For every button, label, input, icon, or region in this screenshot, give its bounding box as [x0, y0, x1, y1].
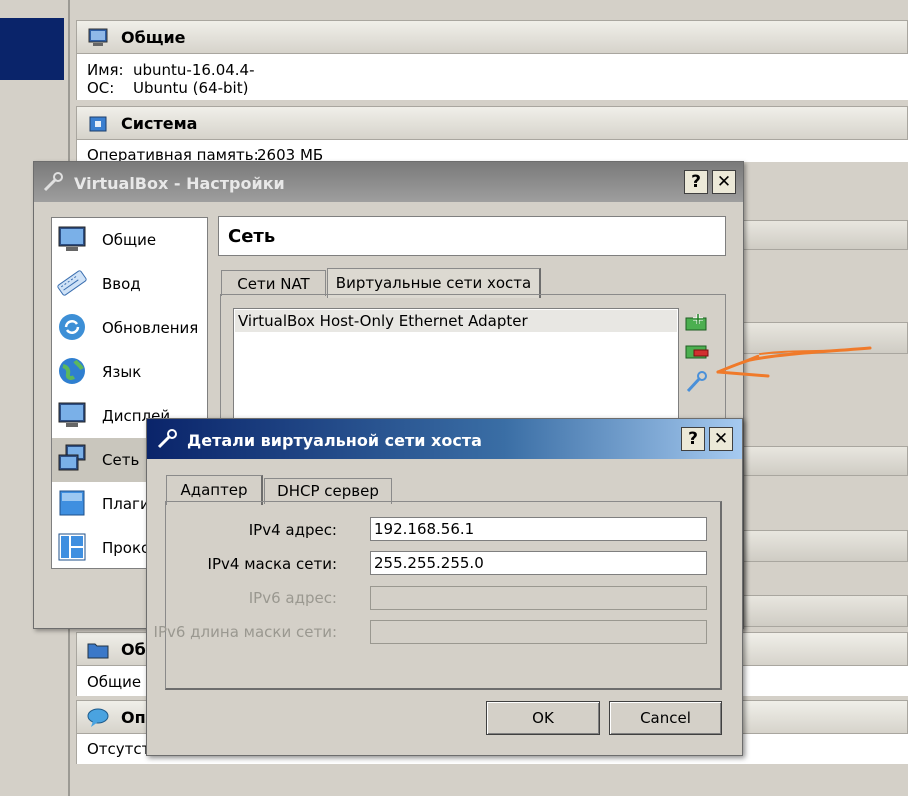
sidebar-item-label: Ввод — [102, 275, 141, 293]
sidebar-item-label: Язык — [102, 363, 142, 381]
os-value: Ubuntu (64-bit) — [133, 79, 249, 97]
section-system-header[interactable]: Система — [76, 106, 908, 140]
section-general-body: Имя: ubuntu-16.04.4- ОС: Ubuntu (64-bit) — [76, 54, 908, 100]
adapter-pane: IPv4 адрес: 192.168.56.1 IPv4 маска сети… — [154, 501, 722, 690]
settings-help-button[interactable]: ? — [684, 170, 708, 194]
speech-bubble-icon — [87, 708, 109, 727]
name-value: ubuntu-16.04.4- — [133, 61, 255, 79]
settings-title: VirtualBox - Настройки — [74, 174, 285, 193]
sidebar-item-label: Обновления — [102, 319, 199, 337]
tab-nat-networks[interactable]: Сети NAT — [221, 270, 326, 296]
section-system-body: Оперативная память: 2603 МБ — [76, 140, 908, 164]
proxy-icon — [58, 533, 86, 561]
section-general-header[interactable]: Общие — [76, 20, 908, 54]
network-name: VirtualBox Host-Only Ethernet Adapter — [238, 312, 528, 330]
refresh-icon — [59, 314, 85, 340]
keyboard-icon — [57, 270, 87, 296]
ipv4-mask-field[interactable]: 255.255.255.0 — [370, 551, 707, 575]
cancel-button[interactable]: Cancel — [609, 701, 722, 735]
page-title: Сеть — [228, 226, 276, 247]
ok-button[interactable]: OK — [486, 701, 600, 735]
ipv6-address-field — [370, 586, 707, 610]
annotation-arrow — [716, 346, 872, 378]
ipv4-mask-value: 255.255.255.0 — [374, 554, 484, 572]
ipv4-address-label: IPv4 адрес: — [248, 521, 337, 539]
page-title-box: Сеть — [218, 216, 726, 256]
section-description-title: Оп — [121, 708, 146, 727]
sidebar-item-language[interactable]: Язык — [52, 350, 207, 394]
vm-list-selected-item[interactable] — [0, 18, 64, 80]
sidebar-item-updates[interactable]: Обновления — [52, 306, 207, 350]
wrench-screwdriver-icon — [43, 172, 63, 192]
settings-close-button[interactable]: ✕ — [712, 170, 736, 194]
description-body-text: Отсутст — [87, 740, 151, 758]
folder-icon — [87, 643, 109, 659]
globe-icon — [59, 358, 85, 384]
details-title: Детали виртуальной сети хоста — [187, 431, 482, 450]
details-titlebar[interactable]: Детали виртуальной сети хоста ? ✕ — [147, 419, 742, 459]
host-networks-list[interactable]: VirtualBox Host-Only Ethernet Adapter — [233, 308, 679, 428]
ipv4-mask-label: IPv4 маска сети: — [207, 555, 337, 573]
shared-body-text: Общие — [87, 673, 142, 691]
details-help-button[interactable]: ? — [681, 427, 705, 451]
section-system-title: Система — [121, 114, 198, 133]
add-network-icon[interactable] — [684, 312, 710, 334]
section-general-title: Общие — [121, 28, 186, 47]
ipv6-address-label: IPv6 адрес: — [248, 589, 337, 607]
os-label: ОС: — [87, 79, 115, 97]
ipv6-prefix-label: IPv6 длина маски сети: — [153, 623, 337, 641]
ipv6-prefix-field — [370, 620, 707, 644]
screwdriver-icon — [157, 429, 177, 449]
section-shared-title: Об — [121, 640, 146, 659]
chip-icon — [89, 116, 107, 132]
sidebar-item-input[interactable]: Ввод — [52, 262, 207, 306]
host-network-details-dialog: Детали виртуальной сети хоста ? ✕ Адапте… — [146, 418, 743, 756]
monitor-icon — [58, 226, 86, 251]
sidebar-item-general[interactable]: Общие — [52, 218, 207, 262]
monitor-icon — [88, 28, 108, 46]
display-icon — [58, 402, 86, 427]
plugin-icon — [59, 490, 85, 516]
sidebar-item-label: Сеть — [102, 451, 140, 469]
ipv4-address-field[interactable]: 192.168.56.1 — [370, 517, 707, 541]
name-label: Имя: — [87, 61, 124, 79]
sidebar-item-label: Общие — [102, 231, 157, 249]
settings-titlebar[interactable]: VirtualBox - Настройки ? ✕ — [34, 162, 743, 202]
ipv4-address-value: 192.168.56.1 — [374, 520, 475, 538]
details-close-button[interactable]: ✕ — [709, 427, 733, 451]
network-icon — [58, 444, 86, 471]
list-item[interactable]: VirtualBox Host-Only Ethernet Adapter — [235, 310, 677, 332]
